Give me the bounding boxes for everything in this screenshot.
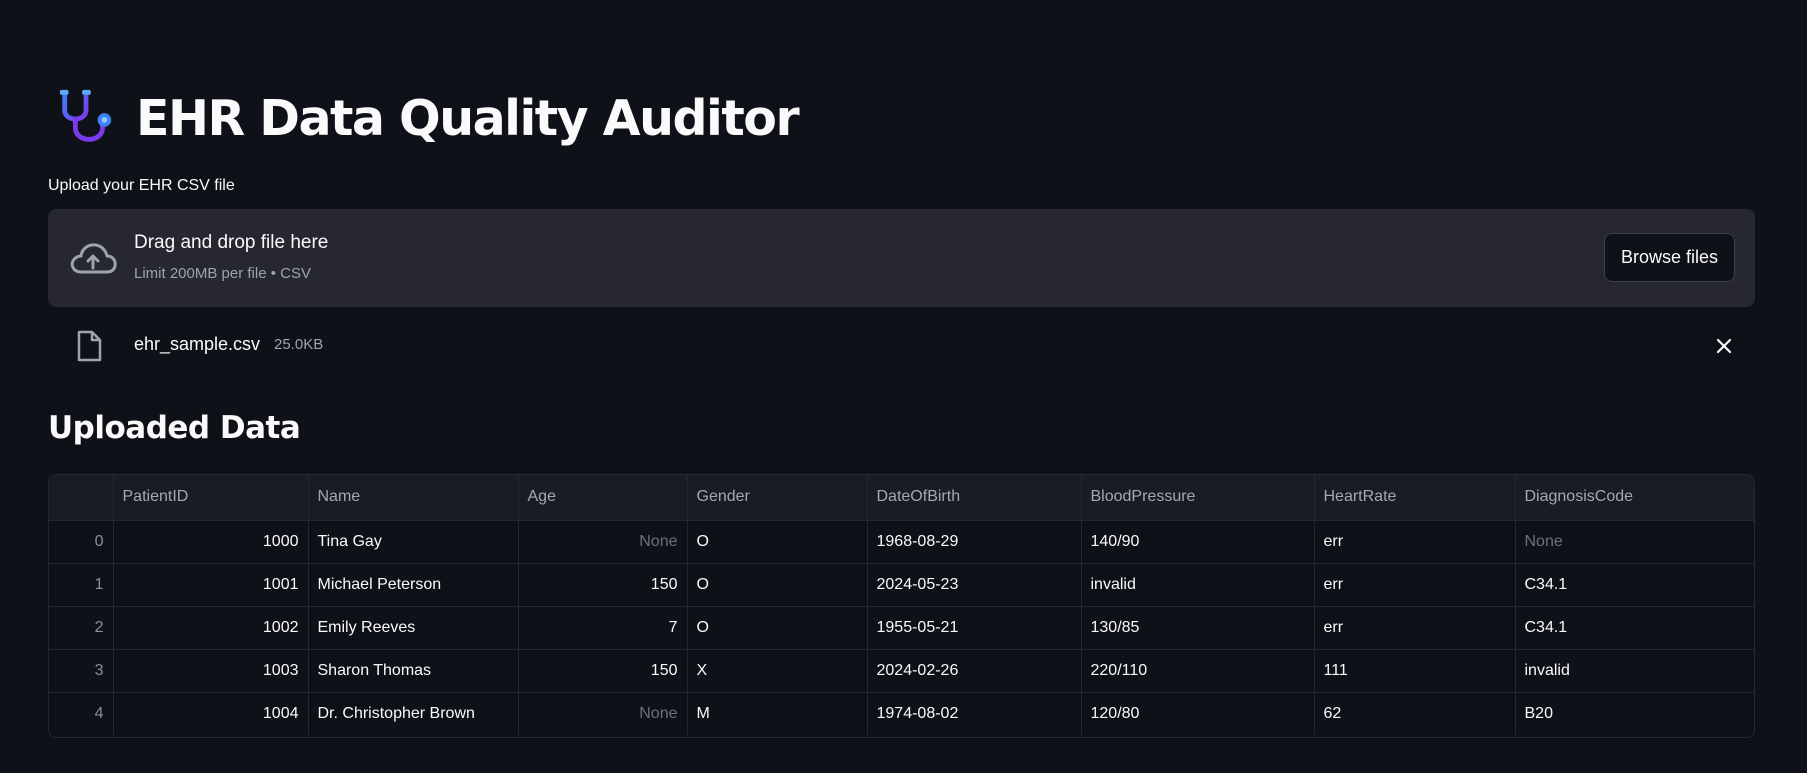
table-cell[interactable]: 7 [518, 606, 688, 650]
column-header[interactable]: PatientID [113, 475, 309, 521]
table-cell[interactable]: O [687, 606, 868, 650]
table-row[interactable]: 1 1001 Michael Peterson 150 O 2024-05-23 inval… [49, 563, 1754, 607]
column-header[interactable]: Name [308, 475, 519, 521]
column-header[interactable]: BloodPressure [1081, 475, 1315, 521]
file-dropzone[interactable]: Drag and drop file here Limit 200MB per … [48, 209, 1755, 307]
table-header: PatientID Name Age Gender DateOfBirth BloodPr… [49, 475, 1754, 521]
table-row[interactable]: 3 1003 Sharon Thomas 150 X 2024-02-26 220/110 1… [49, 649, 1754, 693]
table-cell[interactable]: M [687, 692, 868, 735]
table-cell[interactable]: O [687, 520, 868, 564]
cloud-upload-icon [70, 243, 117, 274]
table-cell[interactable]: 1000 [113, 520, 309, 564]
row-index-cell: 2 [49, 606, 114, 650]
browse-files-button[interactable]: Browse files [1604, 233, 1735, 282]
stethoscope-icon [59, 89, 112, 142]
table-cell[interactable]: 1003 [113, 649, 309, 693]
uploaded-file-size: 25.0KB [274, 336, 324, 353]
table-cell[interactable]: err [1314, 606, 1516, 650]
table-cell[interactable]: Sharon Thomas [308, 649, 519, 693]
table-cell[interactable]: err [1314, 520, 1516, 564]
table-cell[interactable]: Michael Peterson [308, 563, 519, 607]
file-icon [77, 330, 102, 362]
table-cell[interactable]: 1001 [113, 563, 309, 607]
table-row[interactable]: 0 1000 Tina Gay None O 1968-08-29 140/90 err Non… [49, 520, 1754, 564]
uploaded-file-name: ehr_sample.csv [134, 334, 261, 354]
table-cell[interactable]: Emily Reeves [308, 606, 519, 650]
row-index-cell: 3 [49, 649, 114, 693]
table-cell[interactable]: None [518, 692, 688, 735]
uploaded-file-item: ehr_sample.csv 25.0KB [48, 326, 1755, 366]
row-index-cell: 0 [49, 520, 114, 564]
table-cell[interactable]: 1968-08-29 [867, 520, 1082, 564]
table-cell[interactable]: 140/90 [1081, 520, 1315, 564]
page-header: EHR Data Quality Auditor [56, 86, 800, 150]
table-cell[interactable]: 1004 [113, 692, 309, 735]
file-uploader-label: Upload your EHR CSV file [48, 177, 235, 194]
column-header[interactable]: DiagnosisCode [1515, 475, 1754, 521]
table-cell[interactable]: 2024-02-26 [867, 649, 1082, 693]
table-cell[interactable]: 150 [518, 649, 688, 693]
table-cell[interactable]: None [518, 520, 688, 564]
table-cell[interactable]: err [1314, 563, 1516, 607]
table-cell[interactable]: 1955-05-21 [867, 606, 1082, 650]
table-cell[interactable]: C34.1 [1515, 606, 1754, 650]
row-index-cell: 4 [49, 692, 114, 735]
table-cell[interactable]: 1002 [113, 606, 309, 650]
table-cell[interactable]: 130/85 [1081, 606, 1315, 650]
table-cell[interactable]: 111 [1314, 649, 1516, 693]
table-cell[interactable]: B20 [1515, 692, 1754, 735]
row-index-cell: 1 [49, 563, 114, 607]
table-cell[interactable]: 1974-08-02 [867, 692, 1082, 735]
table-cell[interactable]: 150 [518, 563, 688, 607]
dropzone-title: Drag and drop file here [134, 232, 329, 253]
table-cell[interactable]: 2024-05-23 [867, 563, 1082, 607]
table-row[interactable]: 4 1004 Dr. Christopher Brown None M 1974-08-0… [49, 692, 1754, 735]
section-heading: Uploaded Data [48, 410, 301, 446]
close-icon[interactable] [1715, 337, 1733, 355]
column-header[interactable]: HeartRate [1314, 475, 1516, 521]
table-cell[interactable]: Tina Gay [308, 520, 519, 564]
table-cell[interactable]: Dr. Christopher Brown [308, 692, 519, 735]
table-cell[interactable]: invalid [1515, 649, 1754, 693]
table-cell[interactable]: 220/110 [1081, 649, 1315, 693]
column-header[interactable]: Age [518, 475, 688, 521]
page-title: EHR Data Quality Auditor [136, 89, 800, 147]
table-cell[interactable]: invalid [1081, 563, 1315, 607]
column-header[interactable]: DateOfBirth [867, 475, 1082, 521]
table-cell[interactable]: X [687, 649, 868, 693]
dropzone-subtitle: Limit 200MB per file • CSV [134, 265, 311, 282]
table-row[interactable]: 2 1002 Emily Reeves 7 O 1955-05-21 130/85 err C3… [49, 606, 1754, 650]
index-column-header[interactable] [49, 475, 114, 521]
table-cell[interactable]: None [1515, 520, 1754, 564]
table-cell[interactable]: 62 [1314, 692, 1516, 735]
table-cell[interactable]: C34.1 [1515, 563, 1754, 607]
table-cell[interactable]: 120/80 [1081, 692, 1315, 735]
app-page: EHR Data Quality Auditor Upload your EHR… [0, 0, 1807, 773]
column-header[interactable]: Gender [687, 475, 868, 521]
data-table[interactable]: PatientID Name Age Gender DateOfBirth BloodPr… [48, 474, 1755, 738]
table-cell[interactable]: O [687, 563, 868, 607]
